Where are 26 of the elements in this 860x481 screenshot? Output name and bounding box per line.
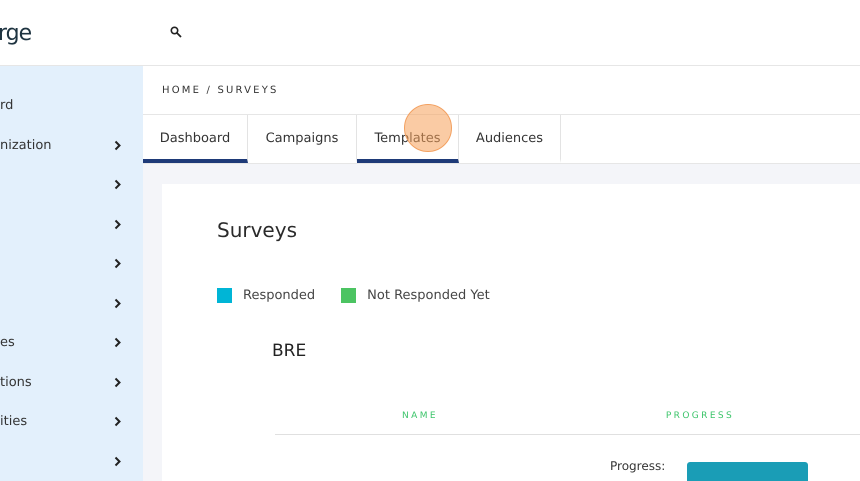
breadcrumb: HOME / SURVEYS — [162, 84, 279, 96]
column-header: PROGRESS — [664, 411, 736, 423]
chevron-icon[interactable] — [114, 298, 121, 309]
search-icon[interactable] — [170, 26, 182, 38]
sidebar-item[interactable]: es — [0, 335, 15, 350]
column-header: NAME — [401, 411, 439, 423]
page-title: Surveys — [217, 218, 298, 242]
sidebar-item[interactable]: ities — [0, 414, 28, 430]
sidebar-item[interactable]: rd — [0, 98, 14, 114]
tab[interactable]: Audiences — [459, 115, 561, 163]
chevron-icon[interactable] — [114, 218, 121, 230]
chevron-icon[interactable] — [114, 140, 121, 151]
chevron-icon[interactable] — [114, 179, 121, 190]
section-title: BRE — [272, 341, 308, 361]
logo: rge — [0, 21, 32, 46]
sidebar-item[interactable]: nization — [0, 138, 52, 153]
chevron-icon[interactable] — [114, 337, 121, 348]
chevron-icon[interactable] — [114, 376, 121, 388]
chevron-icon[interactable] — [114, 416, 121, 428]
legend-label: Not Responded Yet — [367, 288, 490, 303]
progress-label: Progress: — [610, 459, 666, 475]
sidebar-item[interactable]: tions — [0, 374, 32, 390]
chevron-icon[interactable] — [114, 258, 121, 270]
tab[interactable]: Campaigns — [248, 115, 357, 163]
legend-label: Responded — [243, 288, 316, 303]
chevron-icon[interactable] — [114, 456, 121, 467]
